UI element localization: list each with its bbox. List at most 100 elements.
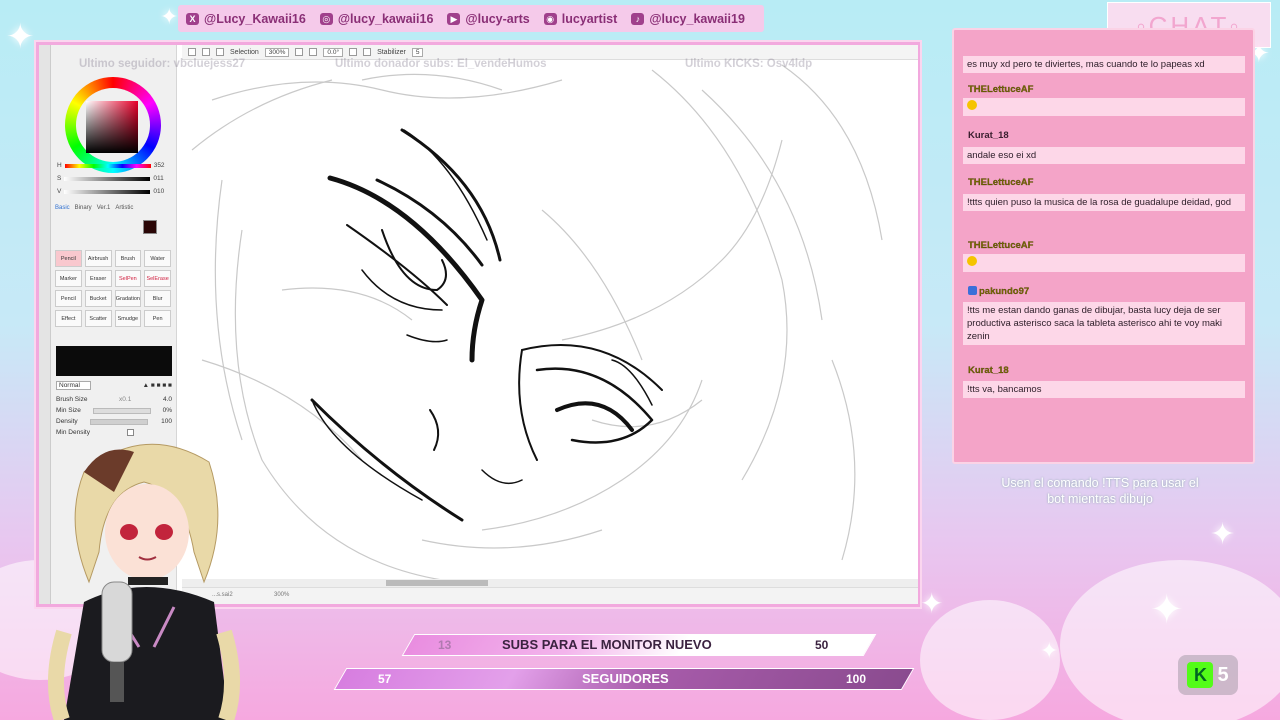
chat-username: THELettuceAF — [968, 84, 1034, 95]
social-handle: @lucy-arts — [465, 11, 530, 26]
tool-pen[interactable]: Pen — [144, 310, 171, 327]
sparkle-decoration: ✦ — [920, 588, 944, 619]
social-x[interactable]: X @Lucy_Kawaii16 — [186, 12, 306, 26]
hue-slider[interactable]: H 352 — [57, 161, 175, 170]
followers-goal-label: SEGUIDORES — [582, 671, 669, 686]
value-value: 010 — [153, 188, 165, 195]
drawing-canvas[interactable] — [182, 60, 918, 584]
blend-mode-value: Normal — [56, 381, 91, 390]
brush-preview — [56, 346, 172, 376]
min-size-label: Min Size — [56, 407, 81, 414]
social-handle: lucyartist — [561, 11, 618, 26]
tool-pencil-2[interactable]: Pencil — [55, 290, 82, 307]
tab-basic[interactable]: Basic — [55, 205, 70, 211]
deselect-icon[interactable] — [216, 48, 224, 56]
zoom-field[interactable]: 300% — [264, 47, 290, 57]
followers-target: 100 — [846, 672, 867, 686]
value-track[interactable] — [64, 189, 151, 194]
brush-size-row[interactable]: Brush Size x0.1 4.0 — [56, 395, 172, 404]
chat-message: !tts me estan dando ganas de dibujar, ba… — [963, 302, 1245, 345]
subscriber-badge-icon — [968, 286, 977, 295]
min-size-value: 0% — [162, 407, 172, 414]
zoom-out-icon[interactable] — [295, 48, 304, 56]
subs-goal-label: SUBS PARA EL MONITOR NUEVO — [502, 637, 712, 652]
followers-current: 57 — [378, 672, 392, 686]
tool-airbrush[interactable]: Airbrush — [84, 250, 112, 267]
tool-selerase[interactable]: SelErase — [144, 270, 171, 287]
social-handle: @lucy_kawaii19 — [649, 11, 745, 26]
blend-mode-select[interactable]: Normal ▲ ■ ■ ■ ■ — [56, 381, 172, 390]
color-picker-square[interactable] — [86, 101, 138, 153]
tab-binary[interactable]: Binary — [75, 205, 92, 211]
tool-smudge[interactable]: Smudge — [114, 310, 142, 327]
value-label: V — [57, 188, 62, 195]
rotate-icon[interactable] — [349, 48, 358, 56]
emote-icon — [967, 100, 977, 110]
instagram-icon: ◎ — [319, 12, 333, 25]
status-bar: ...s.sai2 300% — [182, 587, 918, 604]
chat-username: Kurat_18 — [968, 365, 1009, 376]
chat-text: andale eso ei xd — [967, 150, 1037, 161]
tab-artistic[interactable]: Artistic — [115, 205, 133, 211]
vtuber-avatar — [48, 443, 240, 720]
chat-message — [963, 98, 1245, 116]
social-instagram[interactable]: ◎ @lucy_kawaii16 — [319, 12, 433, 26]
tool-selpen[interactable]: SelPen — [114, 270, 142, 287]
tiktok-icon: ♪ — [631, 12, 645, 25]
shape-icons: ▲ ■ ■ ■ ■ — [142, 382, 172, 389]
tool-scatter[interactable]: Scatter — [84, 310, 112, 327]
brush-size-label: Brush Size — [56, 396, 88, 403]
tool-pencil[interactable]: Pencil — [55, 250, 82, 267]
chat-message: es muy xd pero te diviertes, mas cuando … — [963, 56, 1245, 73]
chat-username: Kurat_18 — [968, 130, 1009, 141]
value-slider[interactable]: V 010 — [57, 187, 175, 196]
tool-watercolor[interactable]: Water Color — [144, 250, 171, 279]
chat-message — [963, 254, 1245, 272]
last-kicks-overlay: Ultimo KICKS: Osv4ldp — [685, 58, 813, 70]
emote-icon — [967, 256, 977, 266]
brush-size-value: 4.0 — [162, 396, 172, 403]
tool-gradation[interactable]: Gradation — [114, 290, 142, 307]
angle-field[interactable]: 0.0° — [323, 47, 344, 57]
sparkle-decoration: ✦ — [1150, 588, 1184, 632]
scrollbar-thumb[interactable] — [386, 580, 488, 586]
tool-brush[interactable]: Brush — [114, 250, 142, 267]
zoom-in-icon[interactable] — [309, 48, 318, 56]
kick-logo-icon: K — [1187, 662, 1214, 688]
tab-ver1[interactable]: Ver.1 — [97, 205, 111, 211]
saturation-track[interactable] — [64, 176, 151, 181]
horizontal-scrollbar[interactable] — [182, 579, 918, 587]
status-zoom: 300% — [274, 592, 290, 598]
density-slider[interactable] — [90, 418, 149, 425]
density-row[interactable]: Density 100 — [56, 417, 172, 426]
brush-tool-grid: Pencil Airbrush Brush Water Color Marker… — [55, 250, 171, 327]
chat-panel: es muy xd pero te diviertes, mas cuando … — [952, 28, 1255, 464]
social-tiktok[interactable]: ♪ @lucy_kawaii19 — [631, 12, 745, 26]
undo-icon[interactable] — [188, 48, 196, 56]
tool-bucket[interactable]: Bucket — [84, 290, 112, 307]
social-youtube[interactable]: ▶ @lucy-arts — [447, 11, 530, 26]
saturation-slider[interactable]: S 011 — [57, 174, 175, 183]
chat-text: !ttts quien puso la musica de la rosa de… — [967, 197, 1232, 208]
chat-message: !ttts quien puso la musica de la rosa de… — [963, 194, 1245, 211]
redo-icon[interactable] — [202, 48, 210, 56]
tool-effect[interactable]: Effect — [55, 310, 82, 327]
hue-value: 352 — [153, 162, 165, 169]
social-discord[interactable]: ◉ lucyartist — [543, 11, 618, 26]
min-size-slider[interactable] — [92, 407, 151, 414]
flip-icon[interactable] — [363, 48, 372, 56]
density-label: Density — [56, 418, 78, 425]
tool-blur[interactable]: Blur — [144, 290, 171, 307]
kick-viewers-badge: K 5 — [1178, 655, 1238, 695]
kick-count: 5 — [1217, 663, 1229, 686]
tool-eraser[interactable]: Eraser — [84, 270, 112, 287]
tool-marker[interactable]: Marker — [55, 270, 82, 287]
min-size-row[interactable]: Min Size 0% — [56, 406, 172, 415]
selection-toggle[interactable]: Selection — [230, 49, 259, 56]
hue-track[interactable] — [64, 163, 151, 168]
sparkle-decoration: ✦ — [1040, 638, 1059, 663]
stabilizer-field[interactable]: 5 — [411, 47, 424, 57]
stabilizer-label: Stabilizer — [377, 48, 406, 56]
current-color-swatch[interactable] — [143, 220, 157, 234]
subs-target: 50 — [815, 638, 829, 652]
